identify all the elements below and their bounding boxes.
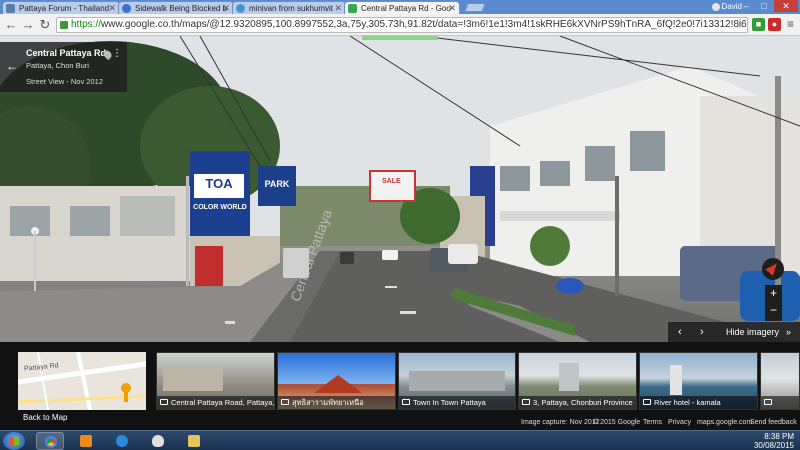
browser-tab-strip: Pattaya Forum - Thailand ✕ Sidewalk Bein… xyxy=(0,0,800,14)
lastpass-extension-icon[interactable]: ● xyxy=(768,18,781,31)
street-view-360-icon xyxy=(764,399,772,405)
reload-icon[interactable]: ↻ xyxy=(37,17,53,33)
minimize-window-icon[interactable]: – xyxy=(737,0,755,12)
tab-label: minivan from sukhumvit xyxy=(249,4,334,13)
maps-domain-link[interactable]: maps.google.com xyxy=(697,419,752,426)
photo-icon xyxy=(643,399,651,405)
next-image-icon[interactable]: › xyxy=(700,322,704,342)
address-bar[interactable]: https://www.google.co.th/maps/@12.932089… xyxy=(56,17,748,33)
thumbnail-temple[interactable]: สุทธิสารามพัทยาเหนือ xyxy=(277,352,396,410)
url-text: www.google.co.th/maps/@12.9320895,100.89… xyxy=(101,19,748,30)
maximize-window-icon[interactable]: □ xyxy=(755,0,773,12)
back-arrow-icon[interactable]: ← xyxy=(6,59,18,73)
file-explorer-taskbar-icon[interactable] xyxy=(180,432,208,450)
close-tab-icon[interactable]: ✕ xyxy=(108,2,116,14)
street-view-360-icon xyxy=(160,399,168,405)
thumbnail-chonburi-province[interactable]: 3, Pattaya, Chonburi Province xyxy=(518,352,637,410)
thumbnail-caption: 3, Pattaya, Chonburi Province xyxy=(519,396,636,409)
close-tab-icon[interactable]: ✕ xyxy=(448,2,456,14)
place-info-card: ← Central Pattaya Rd Pattaya, Chon Buri … xyxy=(0,42,127,92)
thumbnail-town-in-town[interactable]: Town In Town Pattaya xyxy=(398,352,516,410)
media-player-taskbar-icon[interactable] xyxy=(72,432,100,450)
thumbnail-caption: สุทธิสารามพัทยาเหนือ xyxy=(278,396,395,409)
copyright-text: © 2015 Google xyxy=(593,419,641,426)
send-feedback-link[interactable]: Send feedback xyxy=(750,419,797,426)
start-button-icon[interactable] xyxy=(3,432,25,450)
zoom-in-button[interactable]: + xyxy=(765,285,782,302)
sale-billboard-text: SALE xyxy=(382,178,401,185)
clock-time: 8:38 PM xyxy=(764,432,794,441)
close-tab-icon[interactable]: ✕ xyxy=(334,2,342,14)
close-tab-icon[interactable]: ✕ xyxy=(222,2,230,14)
street-view-panorama[interactable]: TOA COLOR WORLD PARK SALE Central Pattay… xyxy=(0,36,800,342)
windows-taskbar: 8:38 PM 30/08/2015 xyxy=(0,430,800,450)
browser-toolbar: ← → ↻ https://www.google.co.th/maps/@12.… xyxy=(0,14,800,36)
tab-sidewalk-blocked[interactable]: Sidewalk Being Blocked b ✕ xyxy=(118,1,234,14)
place-subtitle: Pattaya, Chon Buri xyxy=(26,61,89,70)
google-maps-favicon-icon xyxy=(348,4,357,13)
zoom-control: + − xyxy=(765,285,782,321)
compass-icon[interactable] xyxy=(762,258,784,280)
back-to-map-link[interactable]: Back to Map xyxy=(23,413,67,422)
loading-favicon-icon xyxy=(122,4,131,13)
thumbnail-partial[interactable] xyxy=(760,352,800,410)
street-view-date[interactable]: Street View - Nov 2012 xyxy=(26,77,119,86)
clock-date: 30/08/2015 xyxy=(753,441,794,450)
photo-icon xyxy=(402,399,410,405)
loading-indicator-bar xyxy=(362,36,438,40)
previous-image-icon[interactable]: ‹ xyxy=(678,322,682,342)
tab-label: Pattaya Forum - Thailand xyxy=(19,4,110,13)
new-tab-button[interactable] xyxy=(464,3,486,12)
thumbnail-caption: Town In Town Pattaya xyxy=(399,396,515,409)
color-world-sign-text: COLOR WORLD xyxy=(193,204,247,211)
image-capture-date: Image capture: Nov 2012 xyxy=(521,419,600,426)
photo-icon xyxy=(281,399,289,405)
street-view-360-icon xyxy=(522,399,530,405)
back-arrow-icon[interactable]: ← xyxy=(3,17,19,33)
screen: Pattaya Forum - Thailand ✕ Sidewalk Bein… xyxy=(0,0,800,450)
forward-arrow-icon[interactable]: → xyxy=(20,17,36,33)
minimap-roads xyxy=(18,352,146,410)
imagery-filmstrip: Pattaya Rd Back to Map Central Pattaya R… xyxy=(0,342,800,430)
tab-pattaya-forum[interactable]: Pattaya Forum - Thailand ✕ xyxy=(2,1,120,14)
thumbnail-central-pattaya-road[interactable]: Central Pattaya Road, Pattaya, C... xyxy=(156,352,275,410)
close-window-icon[interactable]: ✕ xyxy=(774,0,798,12)
thumbnail-river-hotel-kamala[interactable]: River hotel - kamala xyxy=(639,352,758,410)
tab-central-pattaya-maps[interactable]: Central Pattaya Rd - Goo ✕ xyxy=(344,1,460,14)
privacy-link[interactable]: Privacy xyxy=(668,419,691,426)
thumbnail-caption: Central Pattaya Road, Pattaya, C... xyxy=(157,396,274,409)
menu-icon[interactable]: ≡ xyxy=(784,18,797,31)
internet-explorer-taskbar-icon[interactable] xyxy=(108,432,136,450)
url-scheme: https:// xyxy=(71,19,102,30)
flame-app-taskbar-icon[interactable] xyxy=(144,432,172,450)
secure-lock-icon xyxy=(60,21,68,29)
terms-link[interactable]: Terms xyxy=(643,419,662,426)
park-sign-text: PARK xyxy=(264,179,290,189)
hide-imagery-button[interactable]: Hide imagery xyxy=(726,322,779,342)
more-options-icon[interactable]: ⋮ xyxy=(112,48,122,59)
loading-favicon-icon xyxy=(236,4,245,13)
tab-minivan-sukhumvit[interactable]: minivan from sukhumvit ✕ xyxy=(232,1,346,14)
system-clock[interactable]: 8:38 PM 30/08/2015 xyxy=(754,432,794,450)
hide-imagery-bar: ‹ › Hide imagery » xyxy=(668,322,800,342)
bookmark-star-icon[interactable]: ☆ xyxy=(735,18,745,32)
forum-favicon-icon xyxy=(6,4,15,13)
thumbnail-caption xyxy=(761,396,799,409)
chrome-taskbar-icon[interactable] xyxy=(36,432,64,450)
tab-label: Sidewalk Being Blocked b xyxy=(135,4,228,13)
thumbnail-caption: River hotel - kamala xyxy=(640,396,757,409)
collapse-chevron-icon[interactable]: » xyxy=(786,322,791,342)
tab-label: Central Pattaya Rd - Goo xyxy=(361,4,451,13)
minimap[interactable]: Pattaya Rd xyxy=(18,352,146,410)
toa-billboard-text: TOA xyxy=(205,176,233,191)
puzzle-extension-icon[interactable]: ■ xyxy=(752,18,765,31)
zoom-out-button[interactable]: − xyxy=(765,302,782,319)
